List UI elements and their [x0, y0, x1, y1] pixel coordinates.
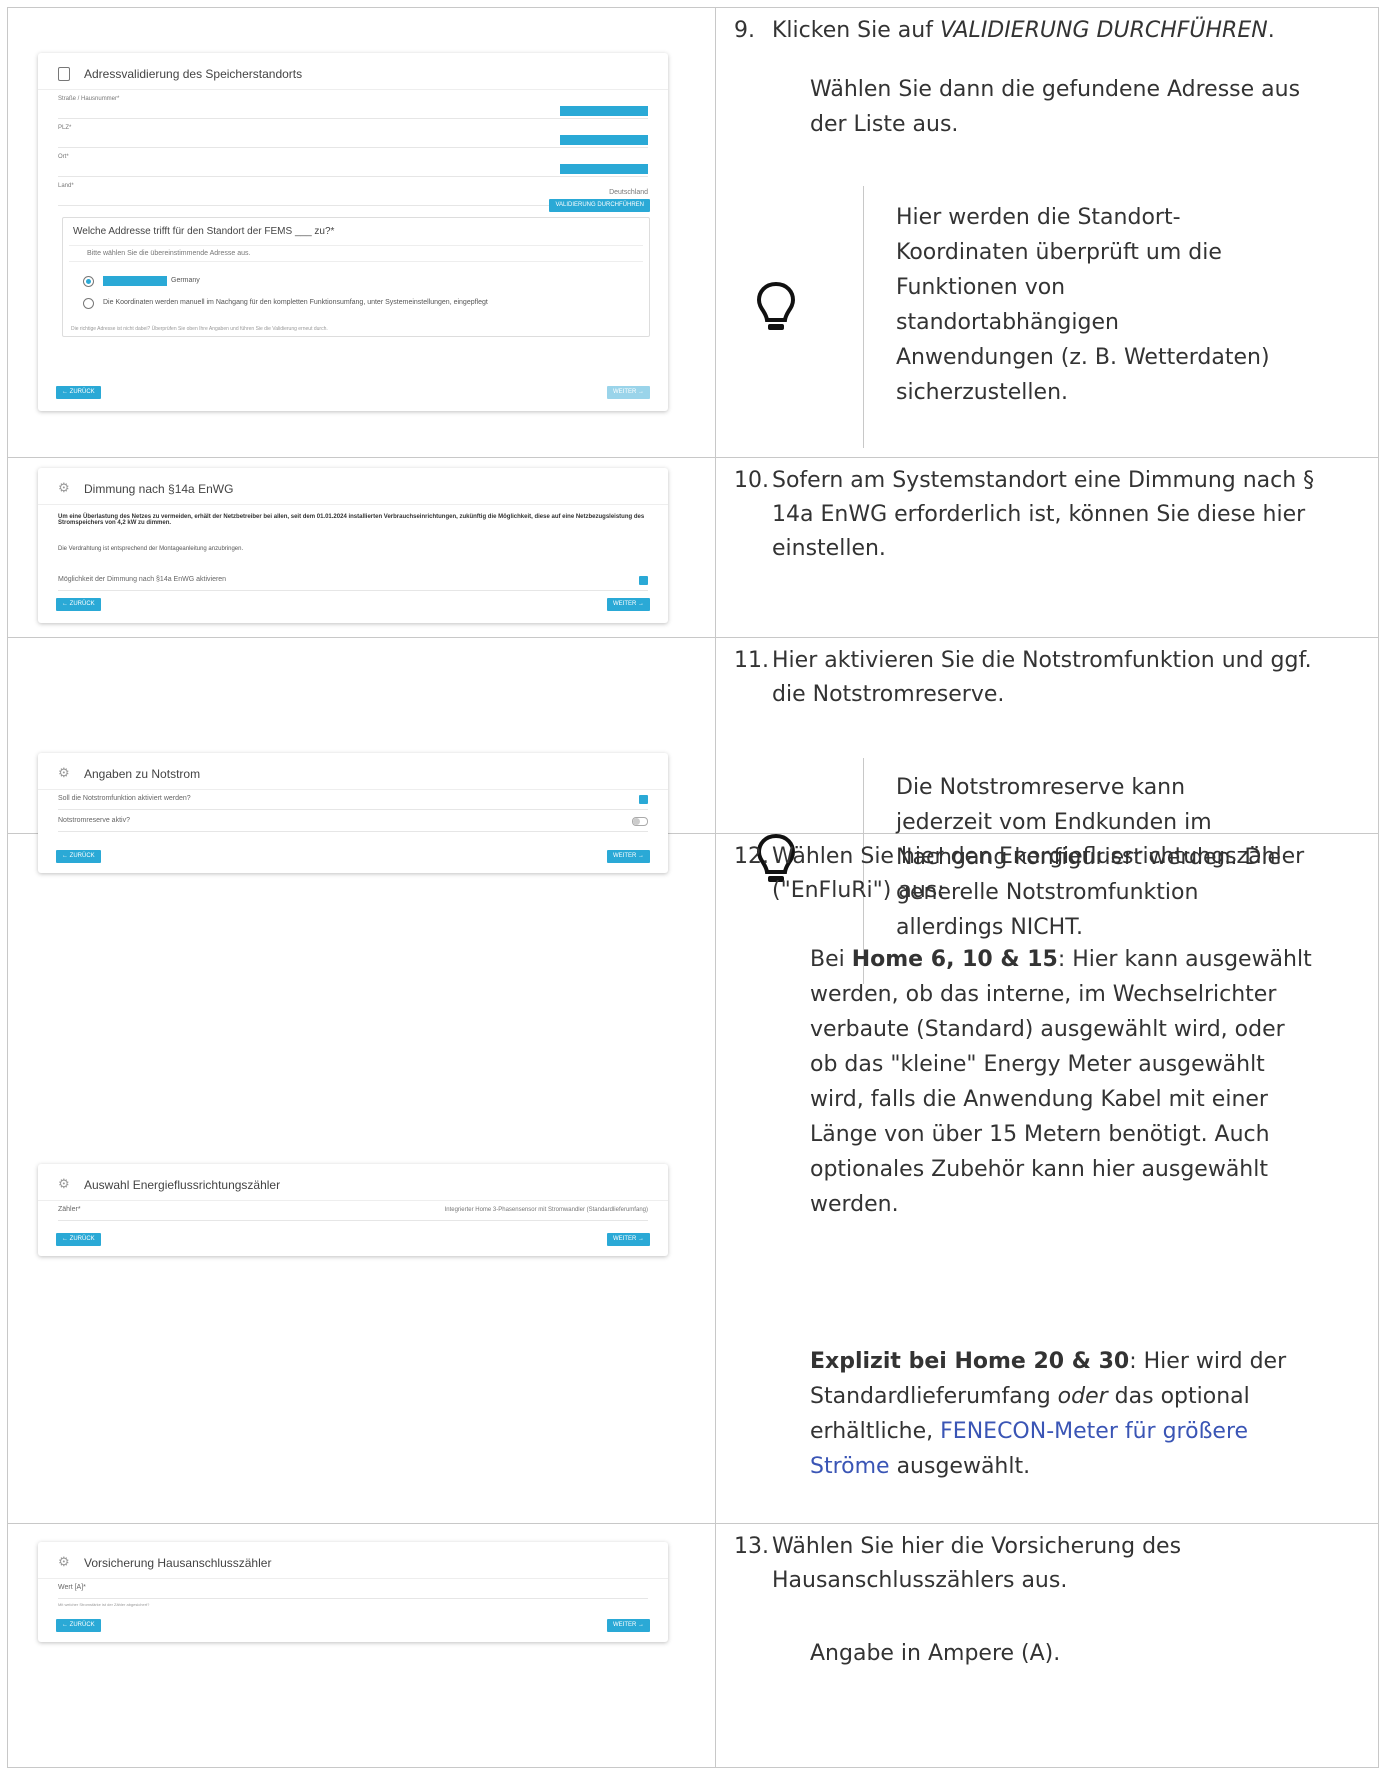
next-button: WEITER → — [607, 386, 650, 399]
back-button: ← ZURÜCK — [56, 598, 101, 611]
fenecon-meter-link[interactable]: Ströme — [810, 1454, 890, 1479]
radio-selected — [83, 276, 94, 287]
redacted-address — [103, 276, 167, 286]
city-field: Ort* — [58, 148, 648, 177]
row-9-screenshot-cell: Adressvalidierung des Speicherstandorts … — [7, 7, 716, 458]
checkbox-checked — [639, 576, 648, 585]
address-hint: Bitte wählen Sie die übereinstimmende Ad… — [69, 245, 643, 262]
gear-icon: ⚙ — [58, 1554, 70, 1569]
step-12-para-1: Bei Home 6, 10 & 15: Hier kann ausgewähl… — [810, 947, 1312, 1217]
document-icon — [58, 67, 70, 81]
back-button: ← ZURÜCK — [56, 1233, 101, 1246]
step-12-para-2: Explizit bei Home 20 & 30: Hier wird der… — [810, 1349, 1287, 1479]
row-11-screenshot-cell: ⚙ Angaben zu Notstrom Soll die Notstromfu… — [7, 637, 716, 873]
radio-unselected — [83, 298, 94, 309]
dimming-screenshot: ⚙ Dimmung nach §14a EnWG Um eine Überlast… — [38, 468, 668, 623]
gear-icon: ⚙ — [58, 1176, 70, 1191]
address-question: Welche Addresse trifft für den Standort … — [73, 226, 335, 237]
redacted-value — [560, 135, 648, 145]
step-13-para: Angabe in Ampere (A). — [810, 1641, 1061, 1666]
next-button: WEITER → — [607, 1619, 650, 1632]
row-10-text-cell: 10. Sofern am Systemstandort eine Dimmun… — [715, 457, 1379, 638]
row-9-text-cell: 9. Klicken Sie auf VALIDIERUNG DURCHFÜHR… — [715, 7, 1379, 458]
row-11-text-cell: 11. Hier aktivieren Sie die Notstromfunk… — [715, 637, 1379, 984]
redacted-value — [560, 164, 648, 174]
next-button: WEITER → — [607, 598, 650, 611]
row-13-text-cell: 13. Wählen Sie hier die Vorsicherung des… — [715, 1523, 1379, 1768]
redacted-value — [560, 106, 648, 116]
row-10-screenshot-cell: ⚙ Dimmung nach §14a EnWG Um eine Überlast… — [7, 457, 716, 638]
fuse-screenshot: ⚙ Vorsicherung Hausanschlusszähler Wert [… — [38, 1542, 668, 1642]
row-12-text-cell: 12. Wählen Sie hier den Energieflussrich… — [715, 833, 1379, 1524]
fenecon-meter-link[interactable]: FENECON-Meter für größere — [940, 1419, 1248, 1444]
validate-button: VALIDIERUNG DURCHFÜHREN — [549, 199, 650, 212]
screenshot-title: Adressvalidierung des Speicherstandorts — [84, 67, 303, 81]
tip-divider — [863, 186, 864, 448]
step-9-para: Wählen Sie dann die gefundene Adresse au… — [810, 77, 1301, 137]
toggle-off — [632, 817, 648, 826]
row-12-screenshot-cell: ⚙ Auswahl Energieflussrichtungszähler Zäh… — [7, 833, 716, 1524]
row-13-screenshot-cell: ⚙ Vorsicherung Hausanschlusszähler Wert [… — [7, 1523, 716, 1768]
lightbulb-icon — [756, 281, 796, 330]
meter-selection-screenshot: ⚙ Auswahl Energieflussrichtungszähler Zäh… — [38, 1164, 668, 1256]
back-button: ← ZURÜCK — [56, 1619, 101, 1632]
zip-field: PLZ* — [58, 119, 648, 148]
address-choice-card: Welche Addresse trifft für den Standort … — [62, 217, 650, 337]
next-button: WEITER → — [607, 1233, 650, 1246]
gear-icon: ⚙ — [58, 765, 70, 780]
tip-text: Hier werden die Standort- Koordinaten üb… — [896, 205, 1270, 405]
checkbox-checked — [639, 795, 648, 804]
address-validation-screenshot: Adressvalidierung des Speicherstandorts … — [38, 53, 668, 411]
instruction-table: Adressvalidierung des Speicherstandorts … — [7, 7, 1379, 1768]
gear-icon: ⚙ — [58, 480, 70, 495]
country-value: Deutschland — [609, 189, 648, 196]
street-field: Straße / Hausnummer* — [58, 90, 648, 119]
back-button: ← ZURÜCK — [56, 386, 101, 399]
